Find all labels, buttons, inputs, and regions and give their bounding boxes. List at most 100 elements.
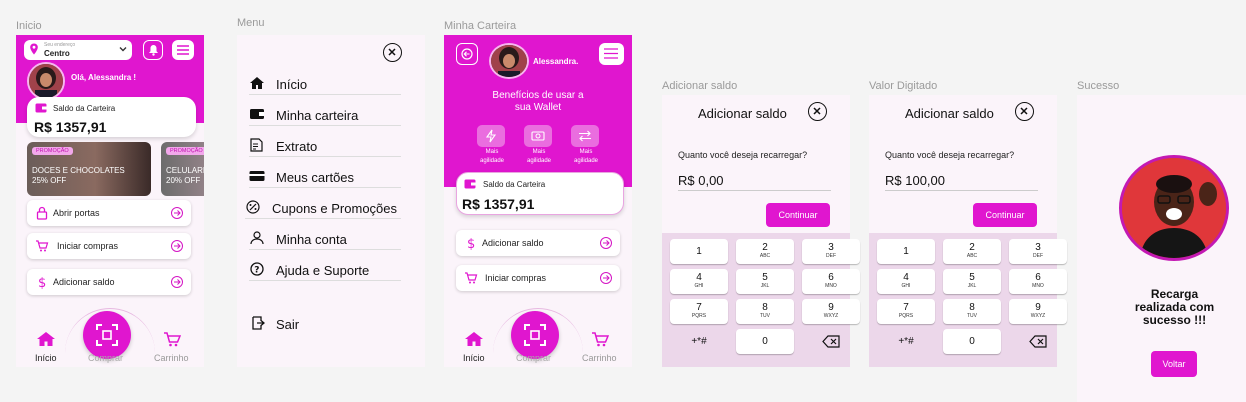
key-0[interactable]: 0	[736, 329, 794, 354]
promo-title: DOCES E CHOCOLATES	[32, 166, 125, 175]
menu-item-statement[interactable]: Extrato	[249, 137, 401, 157]
key-symbols[interactable]: +*#	[877, 329, 935, 354]
promo-card[interactable]: PROMOÇÃO CELULARES 20% OFF	[161, 142, 204, 196]
key-6[interactable]: 6 MNO	[1009, 269, 1067, 294]
nav-buy-label[interactable]: Comprar	[516, 353, 551, 363]
key-7[interactable]: 7 PQRS	[670, 299, 728, 324]
backspace-key[interactable]	[1009, 329, 1067, 354]
key-2[interactable]: 2 ABC	[736, 239, 794, 264]
key-digit: 0	[762, 336, 768, 347]
key-letters: DEF	[826, 253, 836, 259]
nav-cart-label[interactable]: Carrinho	[154, 353, 189, 363]
add-balance-button[interactable]: $ Adicionar saldo	[27, 269, 191, 295]
key-4[interactable]: 4 GHI	[877, 269, 935, 294]
scan-button[interactable]	[83, 311, 131, 359]
wallet-icon	[35, 103, 47, 113]
key-9[interactable]: 9 WXYZ	[1009, 299, 1067, 324]
add-balance-button[interactable]: $ Adicionar saldo	[456, 230, 620, 256]
key-letters: MNO	[1032, 283, 1044, 289]
success-message: Recarga realizada com sucesso !!!	[1077, 288, 1246, 327]
key-1[interactable]: 1	[670, 239, 728, 264]
key-2[interactable]: 2 ABC	[943, 239, 1001, 264]
success-photo-image	[1122, 158, 1226, 258]
close-button[interactable]	[808, 102, 827, 121]
menu-item-account[interactable]: Minha conta	[249, 230, 401, 250]
location-caption: Seu endereço	[44, 42, 76, 48]
amount-field[interactable]: R$ 100,00	[885, 173, 945, 188]
benefit-item: Mais agilidade	[571, 125, 601, 165]
key-4[interactable]: 4 GHI	[670, 269, 728, 294]
back-button[interactable]: Voltar	[1151, 351, 1197, 377]
close-button[interactable]	[1015, 102, 1034, 121]
key-digit: 2	[762, 242, 768, 253]
logout-button[interactable]: Sair	[249, 315, 401, 335]
key-symbols[interactable]: +*#	[670, 329, 728, 354]
menu-item-help[interactable]: ? Ajuda e Suporte	[249, 261, 401, 281]
key-1[interactable]: 1	[877, 239, 935, 264]
nav-home-label[interactable]: Início	[35, 353, 57, 363]
key-7[interactable]: 7 PQRS	[877, 299, 935, 324]
location-selector[interactable]: Seu endereço Centro	[24, 40, 132, 60]
key-8[interactable]: 8 TUV	[736, 299, 794, 324]
coupon-icon	[246, 200, 260, 214]
nav-buy-label[interactable]: Comprar	[88, 353, 123, 363]
menu-item-label: Minha conta	[276, 232, 347, 247]
key-digit: 1	[696, 246, 702, 257]
menu-button[interactable]	[172, 40, 194, 60]
key-3[interactable]: 3 DEF	[1009, 239, 1067, 264]
wallet-card[interactable]: Saldo da Carteira R$ 1357,91	[456, 172, 624, 215]
notifications-button[interactable]	[143, 40, 163, 60]
benefit-label: agilidade	[573, 158, 599, 164]
frame-label-sucesso: Sucesso	[1077, 80, 1120, 92]
key-letters: ABC	[759, 253, 771, 259]
cart-icon[interactable]	[591, 331, 609, 347]
back-button[interactable]	[456, 43, 478, 65]
key-digit: 7	[696, 302, 702, 313]
wallet-balance: R$ 1357,91	[462, 196, 535, 212]
home-icon[interactable]	[464, 331, 484, 347]
menu-button[interactable]	[599, 43, 624, 65]
key-5[interactable]: 5 JKL	[943, 269, 1001, 294]
menu-screen: Início Minha carteira Extrato Meus cartõ…	[237, 35, 425, 367]
avatar[interactable]	[27, 62, 65, 100]
amount-field[interactable]: R$ 0,00	[678, 173, 724, 188]
add-balance-screen: Adicionar saldo Quanto você deseja recar…	[662, 95, 860, 367]
key-digit: 6	[828, 272, 834, 283]
nav-cart-label[interactable]: Carrinho	[582, 353, 617, 363]
key-5[interactable]: 5 JKL	[736, 269, 794, 294]
start-shopping-button[interactable]: Iniciar compras	[456, 265, 620, 291]
start-shopping-button[interactable]: Iniciar compras	[27, 233, 191, 259]
promo-card[interactable]: PROMOÇÃO DOCES E CHOCOLATES 25% OFF	[27, 142, 151, 196]
wallet-card[interactable]: Saldo da Carteira R$ 1357,91	[27, 97, 196, 137]
frame-label-carteira: Minha Carteira	[444, 20, 517, 32]
backspace-key[interactable]	[802, 329, 860, 354]
scan-button[interactable]	[511, 311, 559, 359]
key-6[interactable]: 6 MNO	[802, 269, 860, 294]
open-doors-button[interactable]: Abrir portas	[27, 200, 191, 226]
wallet-balance: R$ 1357,91	[34, 119, 107, 135]
location-name: Centro	[44, 49, 70, 58]
menu-item-home[interactable]: Início	[249, 75, 401, 95]
key-8[interactable]: 8 TUV	[943, 299, 1001, 324]
benefits-title-line2: sua Wallet	[514, 102, 562, 113]
menu-item-cards[interactable]: Meus cartões	[249, 168, 401, 188]
continue-button[interactable]: Continuar	[766, 203, 830, 227]
home-icon[interactable]	[36, 331, 56, 347]
close-button[interactable]	[383, 43, 402, 62]
cart-icon[interactable]	[163, 331, 181, 347]
card-icon	[249, 171, 265, 181]
key-9[interactable]: 9 WXYZ	[802, 299, 860, 324]
screen-title: Adicionar saldo	[905, 106, 994, 121]
chevron-down-icon	[119, 47, 127, 52]
menu-item-coupons[interactable]: Cupons e Promoções	[245, 199, 401, 219]
menu-item-label: Extrato	[276, 139, 318, 154]
avatar[interactable]	[489, 43, 529, 79]
key-0[interactable]: 0	[943, 329, 1001, 354]
screen-title: Adicionar saldo	[698, 106, 787, 121]
continue-button[interactable]: Continuar	[973, 203, 1037, 227]
location-pin-icon	[30, 43, 38, 55]
key-3[interactable]: 3 DEF	[802, 239, 860, 264]
benefit-item: Mais agilidade	[524, 125, 554, 165]
menu-item-wallet[interactable]: Minha carteira	[249, 106, 401, 126]
nav-home-label[interactable]: Início	[463, 353, 485, 363]
